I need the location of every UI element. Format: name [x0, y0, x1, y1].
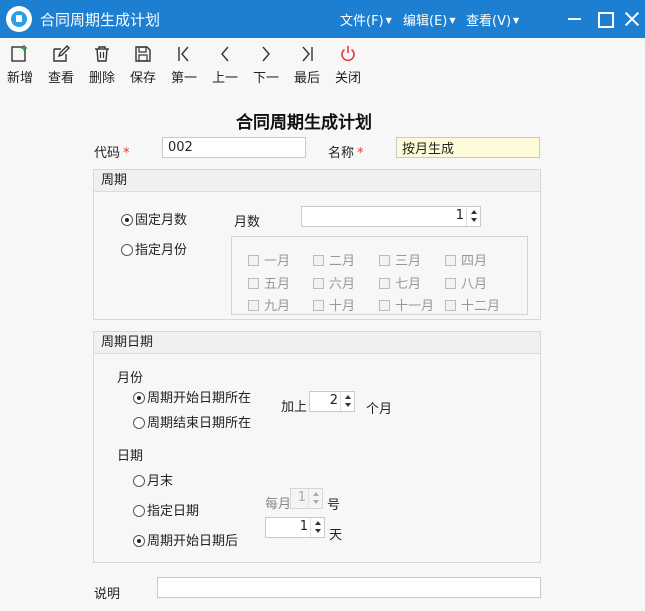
minimize-button[interactable] [564, 8, 586, 30]
month-checkbox-sep[interactable]: 九月 [248, 295, 290, 314]
save-icon [135, 46, 151, 62]
view-button[interactable]: 查看 [42, 44, 80, 88]
title-bar: 合同周期生成计划 文件(F) ▼ 编辑(E) ▼ 查看(V) ▼ [0, 0, 645, 38]
month-checkbox-jan[interactable]: 一月 [248, 250, 290, 269]
description-label: 说明 [94, 587, 121, 602]
month-checkbox-aug[interactable]: 八月 [445, 273, 487, 292]
month-end-radio[interactable]: 月末 [133, 470, 173, 489]
month-checkbox-mar[interactable]: 三月 [379, 250, 421, 269]
month-checkbox-jul[interactable]: 七月 [379, 273, 421, 292]
name-input[interactable] [396, 137, 540, 158]
period-header: 周期 [94, 170, 540, 192]
specific-month-radio[interactable]: 指定月份 [121, 239, 187, 258]
last-record-icon [302, 46, 313, 62]
first-record-icon [178, 46, 189, 62]
month-count-stepper[interactable]: 1 [301, 206, 481, 227]
power-icon [341, 46, 355, 62]
trash-icon [95, 46, 109, 62]
form-title: 合同周期生成计划 [236, 113, 372, 133]
month-count-label: 月数 [234, 215, 261, 230]
close-window-button[interactable] [621, 8, 643, 30]
month-checkbox-feb[interactable]: 二月 [313, 250, 355, 269]
days-after-stepper[interactable]: 1 [265, 517, 325, 538]
chevron-right-icon [262, 46, 270, 62]
next-button[interactable]: 下一 [247, 44, 285, 88]
month-checkbox-dec[interactable]: 十二月 [445, 295, 500, 314]
first-button[interactable]: 第一 [165, 44, 203, 88]
period-date-header: 周期日期 [94, 332, 540, 354]
end-date-month-radio[interactable]: 周期结束日期所在 [133, 412, 251, 431]
stepper-arrows[interactable] [310, 518, 324, 537]
toolbar: 新增 查看 删除 保存 第一 上一 下一 最后 关闭 [0, 38, 645, 90]
add-months-stepper[interactable]: 2 [309, 391, 355, 412]
specific-date-radio[interactable]: 指定日期 [133, 500, 199, 519]
day-of-month-stepper[interactable]: 1 [290, 488, 323, 509]
chevron-left-icon [221, 46, 229, 62]
after-start-date-radio[interactable]: 周期开始日期后 [133, 530, 238, 549]
last-button[interactable]: 最后 [288, 44, 326, 88]
app-icon [6, 6, 32, 32]
month-checkbox-may[interactable]: 五月 [248, 273, 290, 292]
day-section-label: 日期 [117, 449, 144, 464]
days-unit-label: 天 [329, 528, 343, 543]
each-month-label: 每月 [265, 497, 292, 512]
start-date-month-radio[interactable]: 周期开始日期所在 [133, 387, 251, 406]
maximize-button[interactable] [594, 8, 616, 30]
window-title: 合同周期生成计划 [40, 11, 161, 29]
day-number-unit-label: 号 [327, 498, 341, 513]
new-button[interactable]: 新增 [1, 44, 39, 88]
month-checkbox-nov[interactable]: 十一月 [379, 295, 434, 314]
name-label: 名称 * [328, 146, 364, 161]
stepper-arrows[interactable] [340, 392, 354, 411]
code-label: 代码 * [94, 146, 130, 161]
menu-file[interactable]: 文件(F) ▼ [340, 10, 392, 29]
new-icon [11, 45, 27, 62]
code-input[interactable] [162, 137, 306, 158]
stepper-arrows[interactable] [308, 489, 322, 508]
edit-icon [53, 45, 70, 62]
month-checkbox-jun[interactable]: 六月 [313, 273, 355, 292]
stepper-arrows[interactable] [466, 207, 480, 226]
delete-button[interactable]: 删除 [83, 44, 121, 88]
close-button[interactable]: 关闭 [329, 44, 367, 88]
add-label: 加上 [281, 400, 308, 415]
save-button[interactable]: 保存 [124, 44, 162, 88]
menu-view[interactable]: 查看(V) ▼ [466, 10, 519, 29]
month-checkbox-oct[interactable]: 十月 [313, 295, 355, 314]
previous-button[interactable]: 上一 [206, 44, 244, 88]
months-unit-label: 个月 [366, 402, 393, 417]
month-checkbox-apr[interactable]: 四月 [445, 250, 487, 269]
month-section-label: 月份 [117, 371, 144, 386]
description-input[interactable] [157, 577, 541, 598]
fixed-month-radio[interactable]: 固定月数 [121, 209, 187, 228]
menu-edit[interactable]: 编辑(E) ▼ [403, 10, 456, 29]
